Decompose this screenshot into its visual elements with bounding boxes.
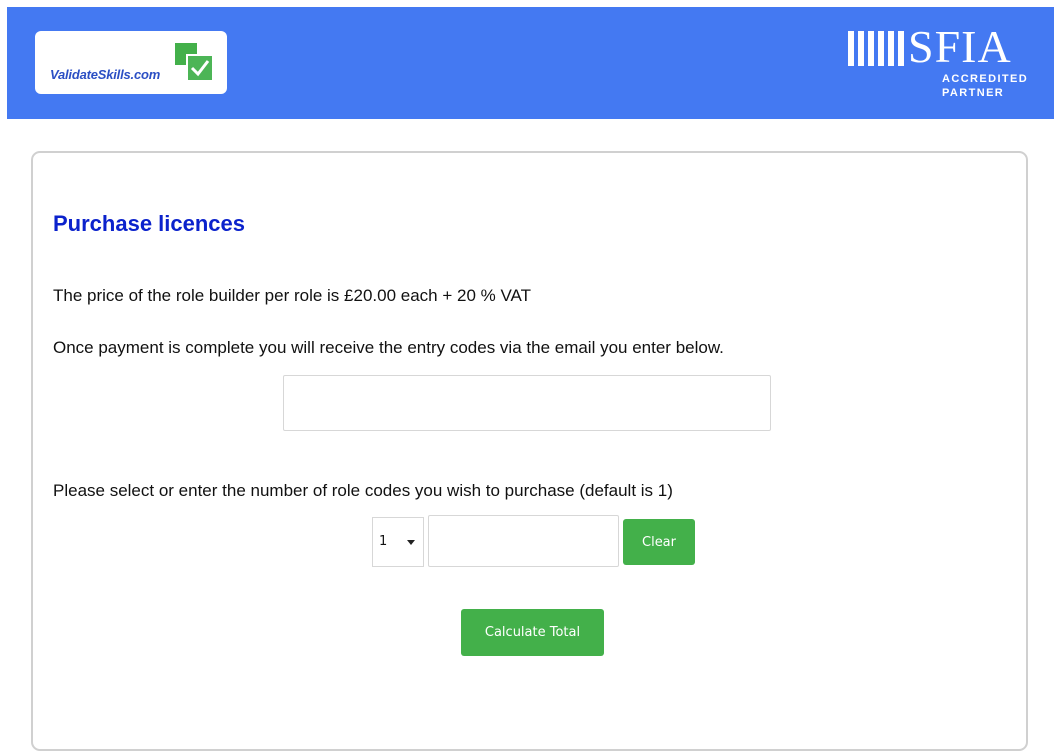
- quantity-select-value: 1: [379, 534, 388, 549]
- partner-caption: ACCREDITED PARTNER: [942, 72, 1028, 100]
- partner-line-partner: PARTNER: [942, 87, 1005, 99]
- quantity-select[interactable]: 1: [372, 517, 424, 567]
- sfia-partner-logo: SFIA ACCREDITED PARTNER: [846, 21, 1027, 104]
- email-input[interactable]: [283, 375, 771, 431]
- page-title: Purchase licences: [53, 211, 246, 236]
- caret-down-icon: [407, 540, 415, 545]
- logo-text: ValidateSkills.com: [50, 67, 161, 82]
- calculate-total-button[interactable]: Calculate Total: [461, 609, 604, 656]
- site-header: ValidateSkills.com SFIA ACCREDITED PARTN…: [7, 7, 1054, 119]
- vertical-bars-icon: [848, 31, 904, 66]
- quantity-input[interactable]: [428, 515, 619, 567]
- checkbox-check-icon: [175, 43, 214, 82]
- partner-line-accredited: ACCREDITED: [942, 73, 1029, 85]
- purchase-card: Purchase licences The price of the role …: [31, 151, 1028, 751]
- validateskills-logo[interactable]: ValidateSkills.com: [35, 31, 227, 94]
- price-text: The price of the role builder per role i…: [53, 286, 532, 305]
- clear-button[interactable]: Clear: [623, 519, 695, 565]
- sfia-wordmark: SFIA: [908, 21, 1012, 72]
- quantity-prompt: Please select or enter the number of rol…: [53, 481, 673, 500]
- email-info-text: Once payment is complete you will receiv…: [53, 338, 724, 357]
